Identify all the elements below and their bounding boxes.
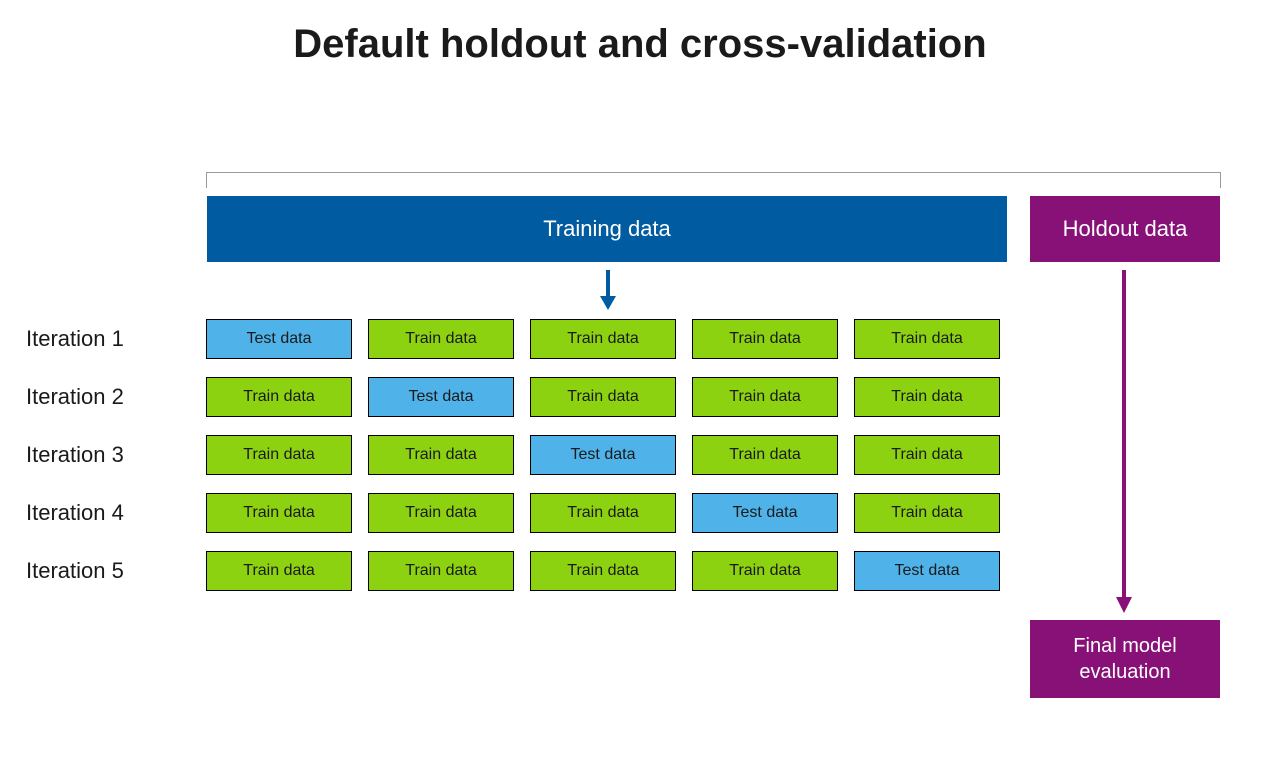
fold-cell: Train data [206,493,352,533]
final-evaluation-box: Final model evaluation [1030,620,1220,698]
iteration-row: Iteration 5 Train data Train data Train … [26,550,1006,592]
arrow-down-purple-icon [1114,268,1134,613]
diagram-title: Default holdout and cross-validation [0,22,1280,67]
fold-cell: Train data [692,435,838,475]
fold-cell: Train data [368,551,514,591]
fold-cell: Test data [206,319,352,359]
iteration-label: Iteration 2 [26,384,206,410]
fold-cell: Test data [854,551,1000,591]
iteration-label: Iteration 5 [26,558,206,584]
fold-cell: Train data [692,319,838,359]
fold-cell: Train data [530,493,676,533]
fold-cell: Train data [206,435,352,475]
fold-cell: Train data [530,319,676,359]
fold-cell: Train data [692,377,838,417]
training-data-bar: Training data [207,196,1007,262]
iteration-label: Iteration 3 [26,442,206,468]
fold-cell: Train data [854,377,1000,417]
fold-cell: Test data [368,377,514,417]
iteration-row: Iteration 3 Train data Train data Test d… [26,434,1006,476]
fold-cell: Train data [206,377,352,417]
fold-cell: Test data [530,435,676,475]
fold-cell: Train data [530,377,676,417]
data-bracket [206,172,1221,188]
fold-cell: Train data [530,551,676,591]
fold-cell: Train data [368,435,514,475]
iterations-grid: Iteration 1 Test data Train data Train d… [26,318,1006,608]
arrow-down-blue-icon [598,268,618,310]
fold-cell: Train data [692,551,838,591]
fold-cell: Train data [854,435,1000,475]
fold-cell: Train data [368,493,514,533]
fold-cell: Train data [854,319,1000,359]
iteration-row: Iteration 2 Train data Test data Train d… [26,376,1006,418]
iteration-row: Iteration 4 Train data Train data Train … [26,492,1006,534]
iteration-label: Iteration 4 [26,500,206,526]
fold-cell: Train data [368,319,514,359]
fold-cell: Test data [692,493,838,533]
fold-cell: Train data [206,551,352,591]
holdout-data-bar: Holdout data [1030,196,1220,262]
fold-cell: Train data [854,493,1000,533]
iteration-row: Iteration 1 Test data Train data Train d… [26,318,1006,360]
iteration-label: Iteration 1 [26,326,206,352]
